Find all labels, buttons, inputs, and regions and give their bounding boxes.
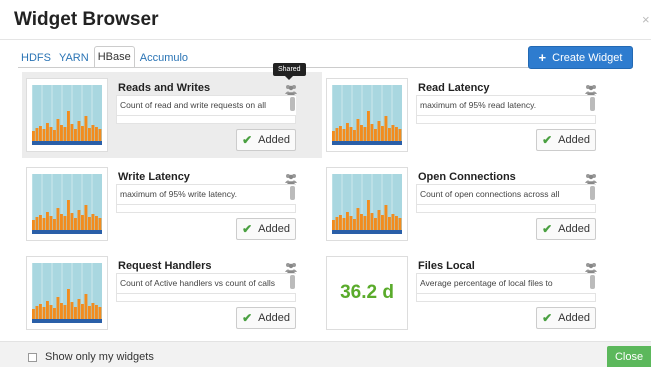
added-button[interactable]: ✔ Added <box>536 218 596 240</box>
added-button[interactable]: ✔ Added <box>536 307 596 329</box>
shared-users-icon[interactable] <box>284 82 298 95</box>
widget-thumbnail <box>326 78 408 152</box>
close-icon[interactable]: × <box>642 12 650 27</box>
tab-accumulo[interactable]: Accumulo <box>137 48 191 68</box>
description-scrollbar[interactable] <box>290 97 295 111</box>
tab-yarn[interactable]: YARN <box>56 48 92 68</box>
checkmark-icon: ✔ <box>542 222 553 236</box>
widget-name: Read Latency <box>418 82 490 94</box>
widget-card-open-connections[interactable]: Open Connections Count of open connectio… <box>322 161 622 247</box>
widget-name: Reads and Writes <box>118 82 211 94</box>
checkmark-icon: ✔ <box>542 133 553 147</box>
description-scroll-track <box>116 116 296 124</box>
shared-users-icon[interactable] <box>284 260 298 273</box>
show-only-my-widgets-checkbox[interactable] <box>28 353 37 362</box>
added-button-label: Added <box>558 223 590 235</box>
footer-bar: Show only my widgets <box>0 341 651 367</box>
widget-name: Write Latency <box>118 171 190 183</box>
widget-thumbnail <box>26 167 108 241</box>
checkmark-icon: ✔ <box>542 311 553 325</box>
shared-users-icon[interactable] <box>584 82 598 95</box>
added-button-label: Added <box>258 223 290 235</box>
description-scroll-track <box>416 116 596 124</box>
plus-icon: + <box>538 50 547 65</box>
show-only-my-widgets-label: Show only my widgets <box>45 351 154 363</box>
description-scrollbar[interactable] <box>590 186 595 200</box>
widget-thumbnail <box>326 167 408 241</box>
description-scroll-track <box>116 205 296 213</box>
widget-card-reads-and-writes[interactable]: Reads and Writes Count of read and write… <box>22 72 322 158</box>
tab-bar: HDFS YARN HBase Accumulo <box>18 46 193 68</box>
added-button-label: Added <box>558 312 590 324</box>
added-button-label: Added <box>258 312 290 324</box>
checkmark-icon: ✔ <box>242 311 253 325</box>
widget-description: maximum of 95% read latency. <box>416 95 596 116</box>
checkmark-icon: ✔ <box>242 222 253 236</box>
widget-description: maximum of 95% write latency. <box>116 184 296 205</box>
widget-name: Open Connections <box>418 171 516 183</box>
dialog-title: Widget Browser <box>14 9 159 30</box>
widget-thumbnail <box>26 256 108 330</box>
widget-card-read-latency[interactable]: Read Latency maximum of 95% read latency… <box>322 72 622 158</box>
shared-tooltip: Shared <box>273 63 306 80</box>
widget-description: Count of read and write requests on all <box>116 95 296 116</box>
tab-hbase[interactable]: HBase <box>93 46 135 68</box>
added-button[interactable]: ✔ Added <box>236 129 296 151</box>
added-button[interactable]: ✔ Added <box>236 307 296 329</box>
description-scrollbar[interactable] <box>290 275 295 289</box>
added-button[interactable]: ✔ Added <box>536 129 596 151</box>
widget-thumbnail <box>26 78 108 152</box>
description-scroll-track <box>416 205 596 213</box>
widget-description: Count of open connections across all <box>416 184 596 205</box>
header-divider <box>0 39 651 40</box>
description-scrollbar[interactable] <box>290 186 295 200</box>
widget-card-request-handlers[interactable]: Request Handlers Count of Active handler… <box>22 250 322 336</box>
added-button[interactable]: ✔ Added <box>236 218 296 240</box>
tab-hdfs[interactable]: HDFS <box>18 48 54 68</box>
widget-name: Request Handlers <box>118 260 212 272</box>
shared-users-icon[interactable] <box>284 171 298 184</box>
shared-users-icon[interactable] <box>584 260 598 273</box>
description-scrollbar[interactable] <box>590 97 595 111</box>
create-widget-button[interactable]: + Create Widget <box>528 46 633 69</box>
description-scroll-track <box>116 294 296 302</box>
widget-card-write-latency[interactable]: Write Latency maximum of 95% write laten… <box>22 161 322 247</box>
widget-value: 36.2 d <box>340 282 394 303</box>
shared-users-icon[interactable] <box>584 171 598 184</box>
added-button-label: Added <box>558 134 590 146</box>
widget-description: Count of Active handlers vs count of cal… <box>116 273 296 294</box>
widget-card-files-local[interactable]: 36.2 d Files Local Average percentage of… <box>322 250 622 336</box>
description-scroll-track <box>416 294 596 302</box>
widget-description: Average percentage of local files to <box>416 273 596 294</box>
widget-name: Files Local <box>418 260 475 272</box>
description-scrollbar[interactable] <box>590 275 595 289</box>
widget-thumbnail: 36.2 d <box>326 256 408 330</box>
added-button-label: Added <box>258 134 290 146</box>
close-button[interactable]: Close <box>607 346 651 367</box>
create-widget-label: Create Widget <box>552 51 623 64</box>
checkmark-icon: ✔ <box>242 133 253 147</box>
